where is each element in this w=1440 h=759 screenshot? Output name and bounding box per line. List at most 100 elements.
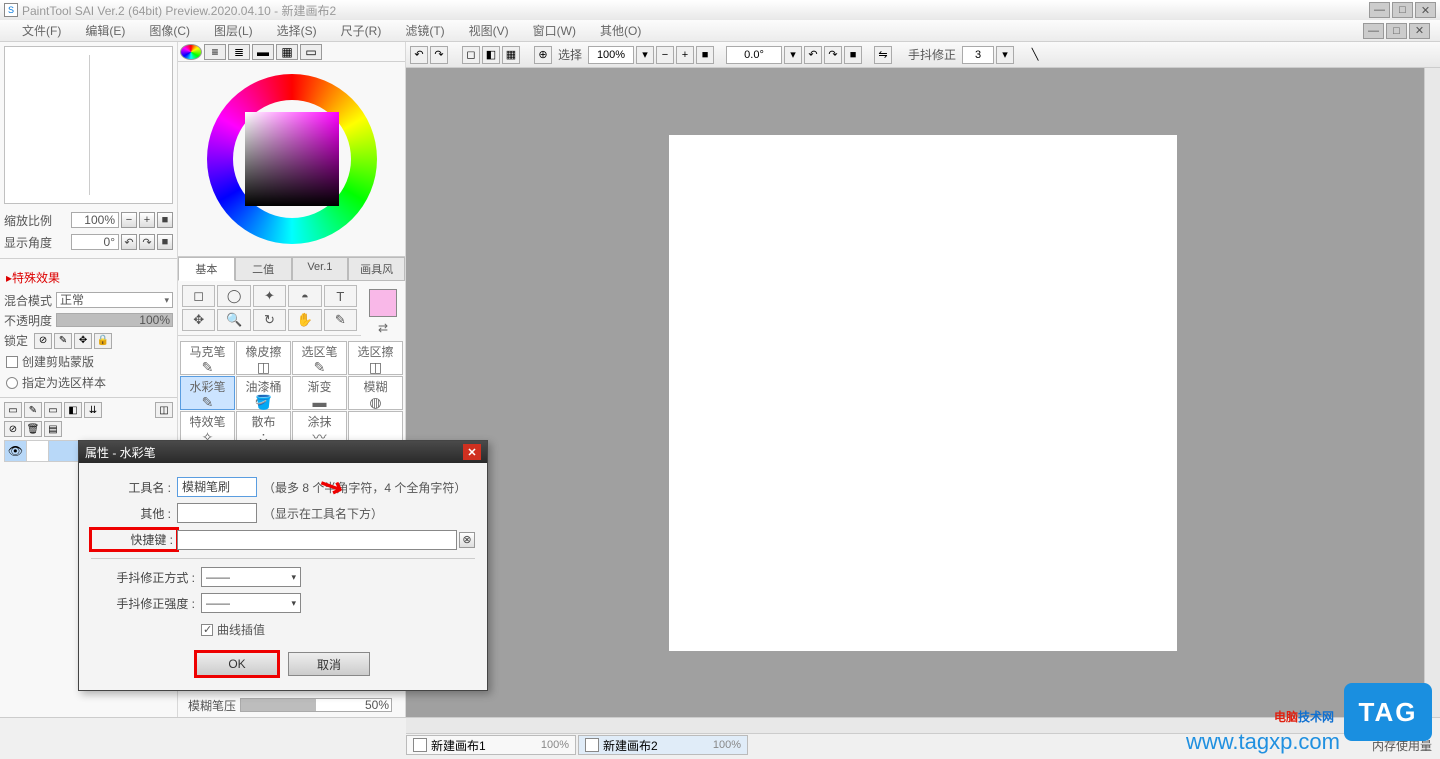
rotate-tool[interactable]: ↻: [253, 309, 286, 331]
rect-select-tool[interactable]: ◻: [182, 285, 215, 307]
blur-pressure-slider[interactable]: 50%: [240, 698, 392, 712]
tab-basic[interactable]: 基本: [178, 257, 235, 281]
tab-paint[interactable]: 画具风: [348, 257, 405, 281]
canvas-rot-reset[interactable]: ■: [844, 46, 862, 64]
doc-close-button[interactable]: ✕: [1409, 23, 1430, 39]
menu-layer[interactable]: 图层(L): [202, 20, 265, 41]
angle-value[interactable]: 0°: [71, 234, 119, 250]
swap-colors-icon[interactable]: ⇄: [365, 321, 401, 335]
angle-field[interactable]: 0.0°: [726, 46, 782, 64]
tab-ver1[interactable]: Ver.1: [292, 257, 349, 281]
canvas-rot-cw[interactable]: ↷: [824, 46, 842, 64]
minimize-button[interactable]: —: [1369, 2, 1390, 18]
magic-wand-tool[interactable]: ✦: [253, 285, 286, 307]
invert-sel-button[interactable]: ◧: [482, 46, 500, 64]
lock-all-button[interactable]: 🔒: [94, 333, 112, 349]
doc-minimize-button[interactable]: —: [1363, 23, 1384, 39]
menu-edit[interactable]: 编辑(E): [73, 20, 137, 41]
rotate-cw-button[interactable]: ↷: [139, 234, 155, 250]
lock-none-button[interactable]: ⊘: [34, 333, 52, 349]
brush-bucket[interactable]: 油漆桶🪣: [236, 376, 291, 410]
canvas-zoom-fit[interactable]: ■: [696, 46, 714, 64]
dialog-close-button[interactable]: ✕: [463, 444, 481, 460]
lasso-tool[interactable]: ◯: [217, 285, 250, 307]
zoom-value[interactable]: 100%: [71, 212, 119, 228]
menu-file[interactable]: 文件(F): [10, 20, 73, 41]
vertical-scrollbar[interactable]: [1424, 68, 1440, 717]
zoom-tool[interactable]: 🔍: [217, 309, 250, 331]
menu-filter[interactable]: 滤镜(T): [393, 20, 456, 41]
move-tool[interactable]: ✥: [182, 309, 215, 331]
other-input[interactable]: [177, 503, 257, 523]
curve-interp-checkbox[interactable]: ✓: [201, 624, 213, 636]
doc-tab-1[interactable]: 新建画布1 100%: [406, 735, 576, 755]
zoom-reset-button[interactable]: ■: [157, 212, 173, 228]
shortcut-input[interactable]: [177, 530, 457, 550]
zoom-dropdown[interactable]: ▾: [636, 46, 654, 64]
canvas-rot-ccw[interactable]: ↶: [804, 46, 822, 64]
menu-select[interactable]: 选择(S): [265, 20, 329, 41]
scratchpad-icon[interactable]: ▭: [300, 44, 322, 60]
canvas-zoom-in[interactable]: +: [676, 46, 694, 64]
new-folder-button[interactable]: ▭: [44, 402, 62, 418]
hand-tool[interactable]: ✋: [288, 309, 321, 331]
zoom-out-button[interactable]: −: [121, 212, 137, 228]
ok-button[interactable]: OK: [196, 652, 278, 676]
select-mode-icon[interactable]: ⊕: [534, 46, 552, 64]
doc-tab-2[interactable]: 新建画布2 100%: [578, 735, 748, 755]
dialog-titlebar[interactable]: 属性 - 水彩笔 ✕: [79, 441, 487, 463]
zoom-in-button[interactable]: +: [139, 212, 155, 228]
color-wheel-mode-icon[interactable]: [180, 44, 202, 60]
rgb-slider-icon[interactable]: ≡: [204, 44, 226, 60]
lock-move-button[interactable]: ✥: [74, 333, 92, 349]
tab-binary[interactable]: 二值: [235, 257, 292, 281]
opacity-slider[interactable]: 100%: [56, 313, 173, 327]
close-button[interactable]: ✕: [1415, 2, 1436, 18]
menu-image[interactable]: 图像(C): [137, 20, 202, 41]
clear-layer-button[interactable]: ⊘: [4, 421, 22, 437]
swatches-icon[interactable]: ▦: [276, 44, 298, 60]
menu-ruler[interactable]: 尺子(R): [329, 20, 394, 41]
menu-view[interactable]: 视图(V): [457, 20, 521, 41]
show-sel-button[interactable]: ▦: [502, 46, 520, 64]
brush-eraser[interactable]: 橡皮擦◫: [236, 341, 291, 375]
new-linework-button[interactable]: ✎: [24, 402, 42, 418]
clipping-mask-checkbox[interactable]: [6, 356, 18, 368]
flatten-button[interactable]: ▤: [44, 421, 62, 437]
brush-blur[interactable]: 模糊◍: [348, 376, 403, 410]
stabilizer-value[interactable]: 3: [962, 46, 994, 64]
canvas-viewport[interactable]: [406, 68, 1440, 717]
transfer-down-button[interactable]: ⇊: [84, 402, 102, 418]
brush-gradient[interactable]: 渐变▬: [292, 376, 347, 410]
visibility-icon[interactable]: 👁: [5, 441, 27, 461]
maximize-button[interactable]: □: [1392, 2, 1413, 18]
redo-button[interactable]: ↷: [430, 46, 448, 64]
hsv-slider-icon[interactable]: ≣: [228, 44, 250, 60]
zoom-field[interactable]: 100%: [588, 46, 634, 64]
color-wheel[interactable]: [178, 62, 405, 256]
undo-button[interactable]: ↶: [410, 46, 428, 64]
cancel-button[interactable]: 取消: [288, 652, 370, 676]
eyedropper-tool[interactable]: ✎: [324, 309, 357, 331]
navigator-thumbnail[interactable]: [4, 46, 173, 204]
layer-mask-button[interactable]: ◧: [64, 402, 82, 418]
brush-select-eraser[interactable]: 选区擦◫: [348, 341, 403, 375]
rotate-reset-button[interactable]: ■: [157, 234, 173, 250]
menu-other[interactable]: 其他(O): [588, 20, 653, 41]
stabilizer-dropdown[interactable]: ▾: [996, 46, 1014, 64]
merge-button[interactable]: ◫: [155, 402, 173, 418]
text-tool[interactable]: T: [324, 285, 357, 307]
brush-marker[interactable]: 马克笔✎: [180, 341, 235, 375]
rotate-ccw-button[interactable]: ↶: [121, 234, 137, 250]
sv-box[interactable]: [245, 112, 339, 206]
menu-window[interactable]: 窗口(W): [521, 20, 588, 41]
selection-sample-radio[interactable]: [6, 377, 18, 389]
canvas[interactable]: [669, 135, 1177, 651]
lock-pixels-button[interactable]: ✎: [54, 333, 72, 349]
line-tool-icon[interactable]: ╲: [1026, 46, 1044, 64]
shortcut-clear-button[interactable]: ⊗: [459, 532, 475, 548]
new-layer-button[interactable]: ▭: [4, 402, 22, 418]
special-effect-header[interactable]: ▸特殊效果: [0, 265, 177, 290]
flip-h-button[interactable]: ⇋: [874, 46, 892, 64]
delete-layer-button[interactable]: 🗑: [24, 421, 42, 437]
